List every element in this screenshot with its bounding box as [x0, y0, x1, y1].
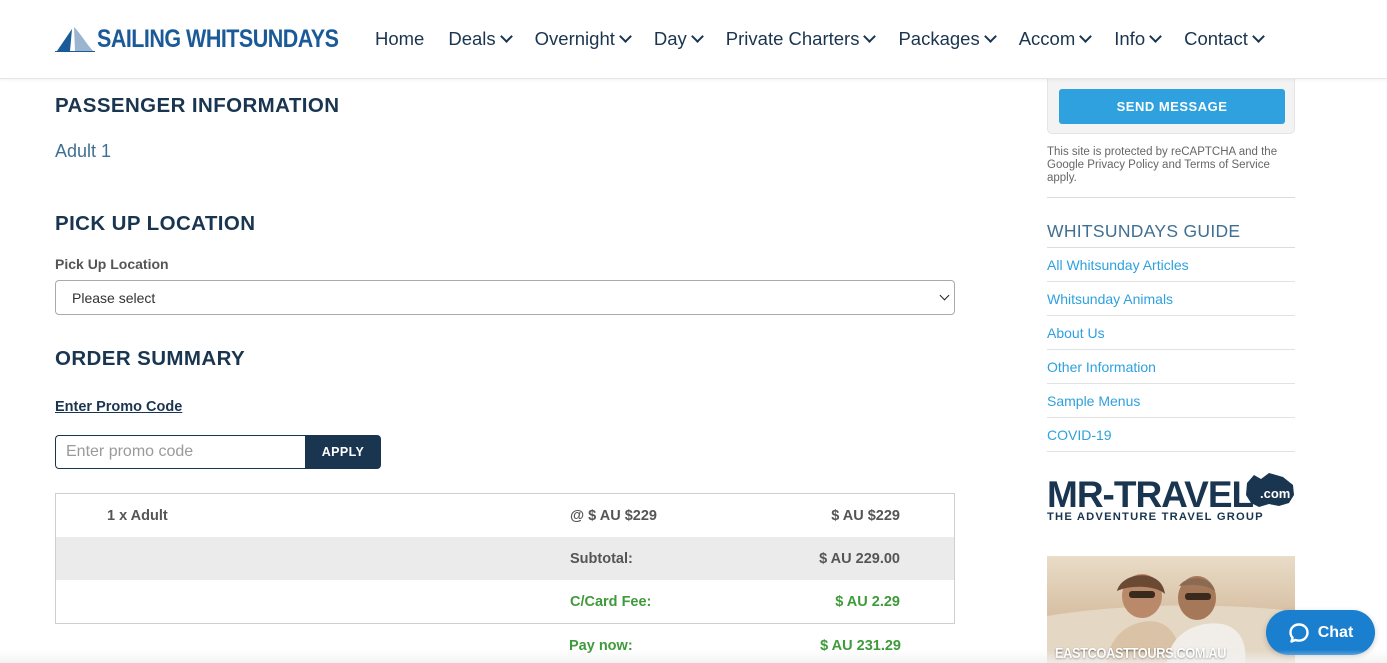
enter-promo-code-link[interactable]: Enter Promo Code: [55, 399, 182, 415]
chevron-down-icon: [499, 30, 513, 43]
banner-caption: EASTCOASTTOURS.COM.AU: [1055, 645, 1227, 662]
card-fee-row: C/Card Fee: $ AU 2.29: [56, 580, 954, 623]
chevron-down-icon: [983, 30, 997, 43]
nav-label: Private Charters: [725, 28, 860, 49]
site-logo[interactable]: SAILING WHITSUNDAYS: [55, 24, 378, 54]
nav-label: Contact: [1184, 28, 1248, 49]
pickup-heading: PICK UP LOCATION: [55, 212, 256, 235]
main-nav: Home Deals Overnight Day Private Charter…: [375, 28, 1287, 50]
mr-travel-name: MR-TRAVEL: [1047, 474, 1254, 515]
nav-label: Overnight: [534, 28, 615, 49]
guide-link-about[interactable]: About Us: [1047, 316, 1295, 350]
nav-label: Home: [375, 28, 425, 49]
nav-home[interactable]: Home: [375, 28, 424, 50]
nav-deals[interactable]: Deals: [448, 28, 513, 50]
line-unit-price: @ $ AU $229: [570, 508, 657, 524]
nav-overnight[interactable]: Overnight: [534, 28, 632, 50]
subtotal-label: Subtotal:: [570, 551, 633, 567]
select-value: Please select: [72, 290, 156, 306]
subtotal-row: Subtotal: $ AU 229.00: [56, 537, 954, 580]
guide-link-animals[interactable]: Whitsunday Animals: [1047, 282, 1295, 316]
apply-button[interactable]: APPLY: [305, 435, 381, 469]
pay-now-row: Pay now: $ AU 231.29: [55, 624, 955, 663]
passenger-heading: PASSENGER INFORMATION: [55, 94, 340, 117]
nav-accom[interactable]: Accom: [1018, 28, 1093, 50]
chevron-down-icon: [690, 30, 704, 43]
sail-logo-icon: [55, 27, 95, 52]
card-fee-value: $ AU 2.29: [835, 594, 900, 610]
chevron-down-icon: [619, 30, 632, 43]
chevron-down-icon: [863, 30, 877, 43]
chevron-down-icon: [1149, 30, 1162, 43]
pay-now-value: $ AU 231.29: [820, 638, 901, 654]
nav-contact[interactable]: Contact: [1184, 28, 1265, 50]
promo-placeholder: Enter promo code: [66, 443, 194, 460]
line-item: 1 x Adult: [107, 508, 168, 524]
subtotal-value: $ AU 229.00: [819, 551, 900, 567]
pay-now-label: Pay now:: [569, 638, 633, 654]
divider: [1047, 197, 1295, 198]
order-summary-heading: ORDER SUMMARY: [55, 347, 246, 370]
guide-link-covid[interactable]: COVID-19: [1047, 418, 1295, 452]
promo-code-input[interactable]: Enter promo code: [55, 435, 306, 469]
send-message-button[interactable]: SEND MESSAGE: [1059, 89, 1285, 124]
pickup-field-label: Pick Up Location: [55, 256, 169, 272]
mr-travel-logo[interactable]: MR-TRAVEL .com THE ADVENTURE TRAVEL GROU…: [1047, 473, 1295, 523]
guide-title: WHITSUNDAYS GUIDE: [1047, 221, 1241, 241]
contact-form-box: SEND MESSAGE: [1047, 72, 1295, 134]
line-total: $ AU $229: [831, 508, 900, 524]
guide-link-menus[interactable]: Sample Menus: [1047, 384, 1295, 418]
guide-link-articles[interactable]: All Whitsunday Articles: [1047, 248, 1295, 282]
chevron-down-icon: [1079, 30, 1093, 43]
adult-label: Adult 1: [55, 141, 112, 161]
nav-private-charters[interactable]: Private Charters: [725, 28, 877, 50]
nav-label: Deals: [448, 28, 496, 49]
mr-travel-tld: .com: [1260, 486, 1290, 501]
pickup-location-select[interactable]: Please select: [55, 280, 955, 315]
nav-packages[interactable]: Packages: [898, 28, 997, 50]
order-table: 1 x Adult @ $ AU $229 $ AU $229 Subtotal…: [55, 493, 955, 624]
east-coast-tours-banner[interactable]: EASTCOASTTOURS.COM.AU: [1047, 556, 1295, 663]
chevron-down-icon: [1252, 30, 1265, 43]
nav-label: Day: [653, 28, 687, 49]
guide-link-other-info[interactable]: Other Information: [1047, 350, 1295, 384]
nav-label: Info: [1114, 28, 1146, 49]
nav-day[interactable]: Day: [653, 28, 704, 50]
recaptcha-notice: This site is protected by reCAPTCHA and …: [1047, 146, 1278, 184]
nav-info[interactable]: Info: [1114, 28, 1162, 50]
brand-name: SAILING WHITSUNDAYS: [97, 24, 339, 53]
chat-button[interactable]: Chat: [1266, 610, 1375, 655]
chat-bubble-icon: [1289, 622, 1309, 643]
site-header: SAILING WHITSUNDAYS Home Deals Overnight…: [0, 0, 1387, 79]
chat-label: Chat: [1317, 623, 1354, 641]
mr-travel-tagline: THE ADVENTURE TRAVEL GROUP: [1047, 511, 1264, 523]
chevron-down-icon: [939, 290, 950, 301]
nav-label: Packages: [898, 28, 980, 49]
card-fee-label: C/Card Fee:: [570, 594, 652, 610]
table-row: 1 x Adult @ $ AU $229 $ AU $229: [56, 494, 954, 537]
nav-label: Accom: [1018, 28, 1076, 49]
